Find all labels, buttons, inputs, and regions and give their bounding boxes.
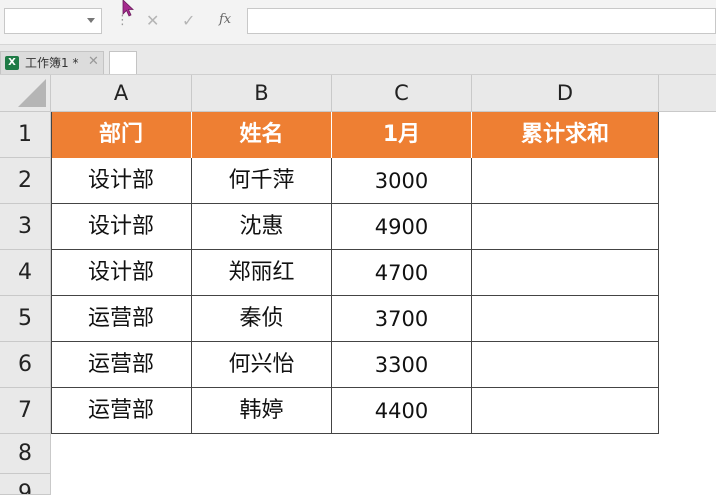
column-header-empty [659, 75, 716, 112]
table-cell[interactable]: 3300 [332, 342, 472, 388]
table-cell[interactable] [472, 388, 659, 434]
table-cell[interactable] [472, 296, 659, 342]
table-cell[interactable] [472, 204, 659, 250]
row-header-1[interactable]: 1 [0, 112, 51, 158]
table-cell[interactable]: 设计部 [51, 158, 192, 204]
new-tab[interactable] [109, 51, 137, 74]
table-cell[interactable]: 4400 [332, 388, 472, 434]
table-cell[interactable]: 何兴怡 [192, 342, 332, 388]
tab-label: 工作簿1 * [25, 56, 79, 70]
table-cell[interactable]: 4700 [332, 250, 472, 296]
excel-file-icon: X [5, 56, 19, 70]
name-box[interactable] [4, 8, 102, 34]
spreadsheet-grid[interactable]: A B C D 1 2 3 4 5 6 7 8 9 部门 姓名 1月 累计求和 … [0, 75, 716, 495]
table-cell[interactable]: 运营部 [51, 296, 192, 342]
table-cell[interactable]: 3700 [332, 296, 472, 342]
row-header-6[interactable]: 6 [0, 342, 51, 388]
row-header-4[interactable]: 4 [0, 250, 51, 296]
table-header-cell[interactable]: 姓名 [192, 112, 332, 158]
cancel-icon[interactable]: ✕ [146, 10, 159, 32]
table-header-cell[interactable]: 1月 [332, 112, 472, 158]
select-all-icon [18, 79, 46, 107]
chevron-down-icon[interactable] [87, 18, 95, 23]
table-cell[interactable]: 3000 [332, 158, 472, 204]
formula-input[interactable] [247, 8, 716, 34]
enter-icon[interactable]: ✓ [182, 10, 195, 32]
column-header-c[interactable]: C [332, 75, 472, 112]
function-icon[interactable]: fx [219, 12, 231, 27]
column-header-d[interactable]: D [472, 75, 659, 112]
table-cell[interactable]: 沈惠 [192, 204, 332, 250]
table-cell[interactable]: 设计部 [51, 204, 192, 250]
row-header-9[interactable]: 9 [0, 474, 51, 495]
close-icon[interactable]: ✕ [88, 54, 99, 70]
row-header-8[interactable]: 8 [0, 434, 51, 474]
table-cell[interactable]: 设计部 [51, 250, 192, 296]
row-header-5[interactable]: 5 [0, 296, 51, 342]
table-left-border [51, 112, 52, 434]
table-cell[interactable] [472, 250, 659, 296]
formula-bar: ⋮ ✕ ✓ fx [0, 0, 716, 45]
table-cell[interactable] [472, 158, 659, 204]
table-cell[interactable]: 4900 [332, 204, 472, 250]
table-cell[interactable] [472, 342, 659, 388]
table-cell[interactable]: 秦侦 [192, 296, 332, 342]
tab-workbook-1[interactable]: X 工作簿1 * ✕ [0, 51, 104, 74]
table-header-cell[interactable]: 部门 [51, 112, 192, 158]
table-cell[interactable]: 韩婷 [192, 388, 332, 434]
row-header-7[interactable]: 7 [0, 388, 51, 434]
table-header-cell[interactable]: 累计求和 [472, 112, 659, 158]
table-cell[interactable]: 何千萍 [192, 158, 332, 204]
table-cell[interactable]: 运营部 [51, 342, 192, 388]
sheet-tab-bar: X 工作簿1 * ✕ [0, 45, 716, 75]
table-cell[interactable]: 运营部 [51, 388, 192, 434]
column-header-a[interactable]: A [51, 75, 192, 112]
table-cell[interactable]: 郑丽红 [192, 250, 332, 296]
select-all-corner[interactable] [0, 75, 51, 112]
row-header-3[interactable]: 3 [0, 204, 51, 250]
mouse-cursor-icon [122, 0, 135, 17]
row-header-2[interactable]: 2 [0, 158, 51, 204]
column-header-b[interactable]: B [192, 75, 332, 112]
